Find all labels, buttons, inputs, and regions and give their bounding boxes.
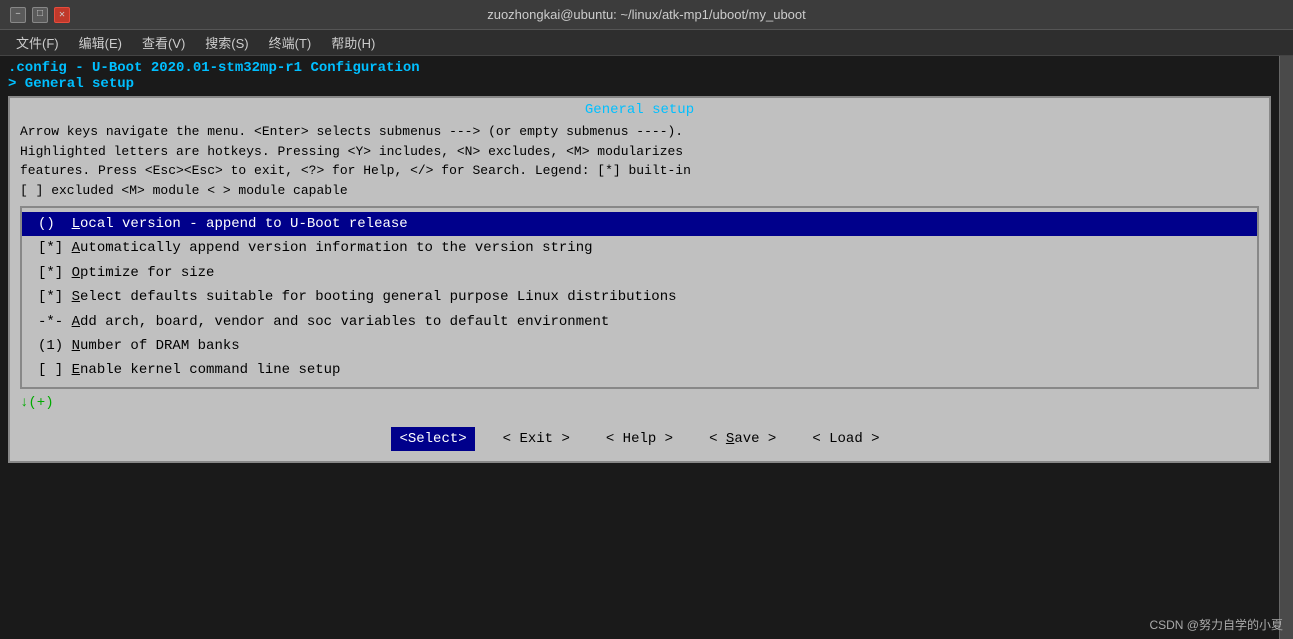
menu-item-6[interactable]: [ ] Enable kernel command line setup bbox=[22, 358, 1257, 382]
menu-footer: ↓(+) bbox=[10, 393, 1269, 415]
help-button[interactable]: < Help > bbox=[598, 427, 681, 451]
main-content-box: General setup Arrow keys navigate the me… bbox=[8, 96, 1271, 463]
save-button[interactable]: < Save > bbox=[701, 427, 784, 451]
menu-item-0[interactable]: () Local version - append to U-Boot rele… bbox=[22, 212, 1257, 236]
menu-help[interactable]: 帮助(H) bbox=[323, 31, 383, 54]
menu-item-5[interactable]: (1) Number of DRAM banks bbox=[22, 334, 1257, 358]
instruction-line-3: features. Press <Esc><Esc> to exit, <?> … bbox=[20, 161, 1259, 181]
select-button[interactable]: <Select> bbox=[391, 427, 474, 451]
menu-search[interactable]: 搜索(S) bbox=[197, 31, 256, 54]
instructions: Arrow keys navigate the menu. <Enter> se… bbox=[10, 120, 1269, 202]
menu-terminal[interactable]: 终端(T) bbox=[261, 31, 320, 54]
window-title: zuozhongkai@ubuntu: ~/linux/atk-mp1/uboo… bbox=[70, 7, 1223, 22]
title-bar: – □ ✕ zuozhongkai@ubuntu: ~/linux/atk-mp… bbox=[0, 0, 1293, 30]
load-button[interactable]: < Load > bbox=[804, 427, 887, 451]
close-button[interactable]: ✕ bbox=[54, 7, 70, 23]
watermark: CSDN @努力自学的小夏 bbox=[1149, 616, 1283, 633]
exit-button[interactable]: < Exit > bbox=[495, 427, 578, 451]
instruction-line-1: Arrow keys navigate the menu. <Enter> se… bbox=[20, 122, 1259, 142]
menu-view[interactable]: 查看(V) bbox=[134, 31, 193, 54]
button-row: <Select> < Exit > < Help > < Save > < Lo… bbox=[10, 415, 1269, 461]
instruction-line-4: [ ] excluded <M> module < > module capab… bbox=[20, 181, 1259, 201]
menu-item-1[interactable]: [*] Automatically append version informa… bbox=[22, 236, 1257, 260]
menu-bar: 文件(F) 编辑(E) 查看(V) 搜索(S) 终端(T) 帮助(H) bbox=[0, 30, 1293, 56]
minimize-button[interactable]: – bbox=[10, 7, 26, 23]
config-subtitle: > General setup bbox=[8, 76, 1271, 92]
menu-list: () Local version - append to U-Boot rele… bbox=[20, 206, 1259, 389]
menu-item-2[interactable]: [*] Optimize for size bbox=[22, 261, 1257, 285]
menu-edit[interactable]: 编辑(E) bbox=[71, 31, 130, 54]
config-title: .config - U-Boot 2020.01-stm32mp-r1 Conf… bbox=[8, 60, 1271, 76]
scrollbar[interactable] bbox=[1279, 56, 1293, 639]
menu-item-4[interactable]: -*- Add arch, board, vendor and soc vari… bbox=[22, 310, 1257, 334]
maximize-button[interactable]: □ bbox=[32, 7, 48, 23]
menu-file[interactable]: 文件(F) bbox=[8, 31, 67, 54]
instruction-line-2: Highlighted letters are hotkeys. Pressin… bbox=[20, 142, 1259, 162]
terminal-area: .config - U-Boot 2020.01-stm32mp-r1 Conf… bbox=[0, 56, 1293, 639]
config-header: .config - U-Boot 2020.01-stm32mp-r1 Conf… bbox=[0, 56, 1279, 92]
box-title: General setup bbox=[10, 98, 1269, 120]
menu-item-3[interactable]: [*] Select defaults suitable for booting… bbox=[22, 285, 1257, 309]
